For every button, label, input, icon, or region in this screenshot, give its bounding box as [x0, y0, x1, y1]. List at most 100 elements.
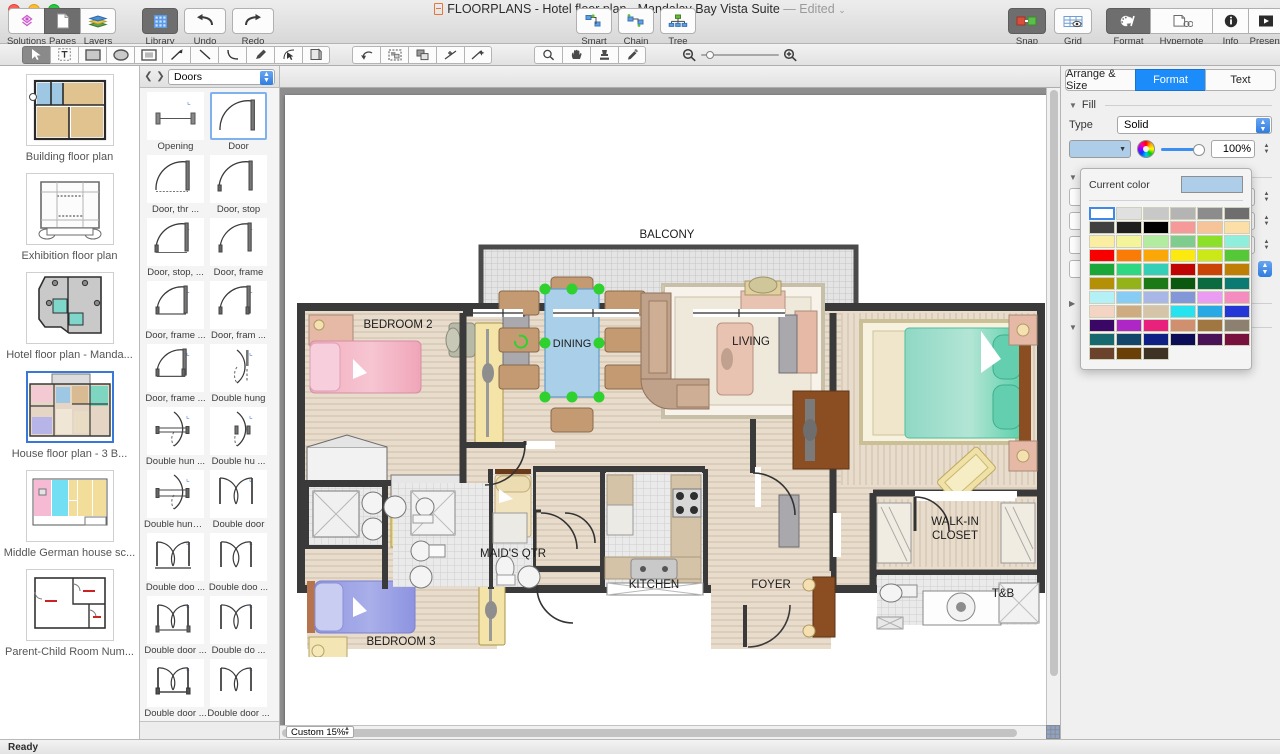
- hand-tool-icon[interactable]: [562, 45, 590, 64]
- undo-button[interactable]: Undo: [184, 8, 226, 47]
- color-swatch[interactable]: [1170, 291, 1196, 304]
- page-item-building-floor-plan[interactable]: Building floor plan: [0, 66, 139, 165]
- color-swatch[interactable]: [1143, 277, 1169, 290]
- color-swatch[interactable]: [1089, 235, 1115, 248]
- tree-connector-button[interactable]: Tree: [660, 8, 696, 47]
- shape-cell-double-door[interactable]: ⌞ Double door: [207, 469, 270, 532]
- snap-button[interactable]: Snap: [1008, 8, 1046, 47]
- color-swatch[interactable]: [1116, 333, 1142, 346]
- color-swatch[interactable]: [1197, 333, 1223, 346]
- tab-arrange-size[interactable]: Arrange & Size: [1065, 68, 1135, 92]
- solutions-button[interactable]: Solutions: [7, 8, 46, 47]
- color-swatch[interactable]: [1089, 305, 1115, 318]
- color-swatch[interactable]: [1116, 263, 1142, 276]
- color-swatch[interactable]: [1170, 319, 1196, 332]
- stepper-icon[interactable]: ▲ ▼: [1261, 188, 1272, 206]
- align-icon[interactable]: [436, 45, 464, 64]
- zoom-slider-knob[interactable]: [706, 50, 714, 59]
- tab-text[interactable]: Text: [1205, 69, 1276, 91]
- color-swatch[interactable]: [1170, 277, 1196, 290]
- fill-opacity-slider[interactable]: [1161, 140, 1205, 158]
- color-swatch[interactable]: [1143, 235, 1169, 248]
- color-wheel-icon[interactable]: [1137, 140, 1155, 158]
- color-swatch[interactable]: [1170, 235, 1196, 248]
- bezier-tool-icon[interactable]: [274, 45, 302, 64]
- zoom-out-icon[interactable]: [682, 48, 697, 62]
- color-swatch[interactable]: [1224, 305, 1250, 318]
- eyedropper-tool-icon[interactable]: [618, 45, 646, 64]
- curve-tool-icon[interactable]: [218, 45, 246, 64]
- ellipse-tool-icon[interactable]: [106, 45, 134, 64]
- shape-cell-door-threshold[interactable]: ⌞ Door, thr ...: [144, 154, 207, 217]
- grid-button[interactable]: Grid: [1054, 8, 1092, 47]
- color-swatch[interactable]: [1116, 235, 1142, 248]
- shape-cell-door-frame[interactable]: ⌞ Door, frame: [207, 217, 270, 280]
- fill-opacity-field[interactable]: 100%: [1211, 140, 1255, 158]
- disclosure-triangle-icon[interactable]: ▼: [1069, 173, 1077, 182]
- note-tool-icon[interactable]: [302, 45, 330, 64]
- color-swatch[interactable]: [1197, 305, 1223, 318]
- page-item-middle-german-house[interactable]: Middle German house sc...: [0, 462, 139, 561]
- color-swatch[interactable]: [1116, 305, 1142, 318]
- line-tool-icon[interactable]: [190, 45, 218, 64]
- chain-connector-button[interactable]: Chain: [618, 8, 654, 47]
- present-button[interactable]: Present: [1248, 8, 1280, 47]
- color-swatch[interactable]: [1197, 319, 1223, 332]
- color-swatch[interactable]: [1116, 249, 1142, 262]
- color-swatch[interactable]: [1224, 249, 1250, 262]
- format-button[interactable]: Format: [1106, 8, 1150, 47]
- magic-icon[interactable]: [464, 45, 492, 64]
- select-arrows-icon[interactable]: ▲ ▼: [1258, 261, 1272, 277]
- pages-button[interactable]: Pages: [44, 8, 80, 47]
- shape-cell-double-door-7[interactable]: ⌞ Double door ...: [207, 658, 270, 721]
- color-swatch[interactable]: [1143, 207, 1169, 220]
- color-picker-popover[interactable]: Current color: [1080, 168, 1252, 370]
- color-swatch[interactable]: [1224, 333, 1250, 346]
- color-swatch-grid[interactable]: [1089, 207, 1250, 360]
- opacity-slider-knob[interactable]: [1193, 144, 1205, 156]
- shape-cell-double-hung-2[interactable]: ⌞ Double hun ...: [144, 406, 207, 469]
- shape-cell-door-stop-frame[interactable]: ⌞ Door, stop, ...: [144, 217, 207, 280]
- color-swatch[interactable]: [1089, 249, 1115, 262]
- shape-cell-door-frame-2[interactable]: ⌞ Door, frame ...: [144, 280, 207, 343]
- color-swatch[interactable]: [1089, 333, 1115, 346]
- opacity-stepper[interactable]: ▲ ▼: [1261, 140, 1272, 158]
- smart-connector-button[interactable]: Smart: [576, 8, 612, 47]
- shape-cell-door-stop[interactable]: ⌞ Door, stop: [207, 154, 270, 217]
- shape-cell-door[interactable]: ⌞ Door: [207, 91, 270, 154]
- color-swatch[interactable]: [1143, 263, 1169, 276]
- pointer-tool-icon[interactable]: [22, 45, 50, 64]
- color-swatch[interactable]: [1224, 319, 1250, 332]
- chevron-left-icon[interactable]: ❮: [144, 71, 153, 82]
- zoom-slider[interactable]: [701, 49, 779, 61]
- redo-button[interactable]: Redo: [232, 8, 274, 47]
- color-swatch[interactable]: [1197, 207, 1223, 220]
- color-swatch[interactable]: [1197, 291, 1223, 304]
- layers-button[interactable]: Layers: [80, 8, 116, 47]
- shape-cell-double-door-5[interactable]: ⌞ Double do ...: [207, 595, 270, 658]
- group-icon[interactable]: [380, 45, 408, 64]
- color-swatch[interactable]: [1116, 277, 1142, 290]
- color-swatch[interactable]: [1224, 235, 1250, 248]
- color-swatch[interactable]: [1143, 347, 1169, 360]
- color-swatch[interactable]: [1224, 277, 1250, 290]
- color-swatch[interactable]: [1116, 347, 1142, 360]
- hypernote-button[interactable]: Hypernote: [1150, 8, 1212, 47]
- color-swatch[interactable]: [1170, 221, 1196, 234]
- color-swatch[interactable]: [1170, 305, 1196, 318]
- color-swatch[interactable]: [1116, 221, 1142, 234]
- color-swatch[interactable]: [1224, 221, 1250, 234]
- shape-cell-double-door-6[interactable]: ⌞ Double door ...: [144, 658, 207, 721]
- color-swatch[interactable]: [1143, 333, 1169, 346]
- color-swatch[interactable]: [1089, 319, 1115, 332]
- page-item-exhibition-floor-plan[interactable]: Exhibition floor plan: [0, 165, 139, 264]
- fill-type-select[interactable]: Solid ▲ ▼: [1117, 116, 1272, 134]
- disclosure-triangle-icon[interactable]: ▼: [1069, 101, 1077, 110]
- color-swatch[interactable]: [1089, 263, 1115, 276]
- color-swatch[interactable]: [1197, 249, 1223, 262]
- rounded-rect-tool-icon[interactable]: [134, 45, 162, 64]
- line-arrow-tool-icon[interactable]: [162, 45, 190, 64]
- color-swatch[interactable]: [1089, 347, 1115, 360]
- tab-format[interactable]: Format: [1135, 69, 1205, 91]
- info-button[interactable]: Info: [1212, 8, 1248, 47]
